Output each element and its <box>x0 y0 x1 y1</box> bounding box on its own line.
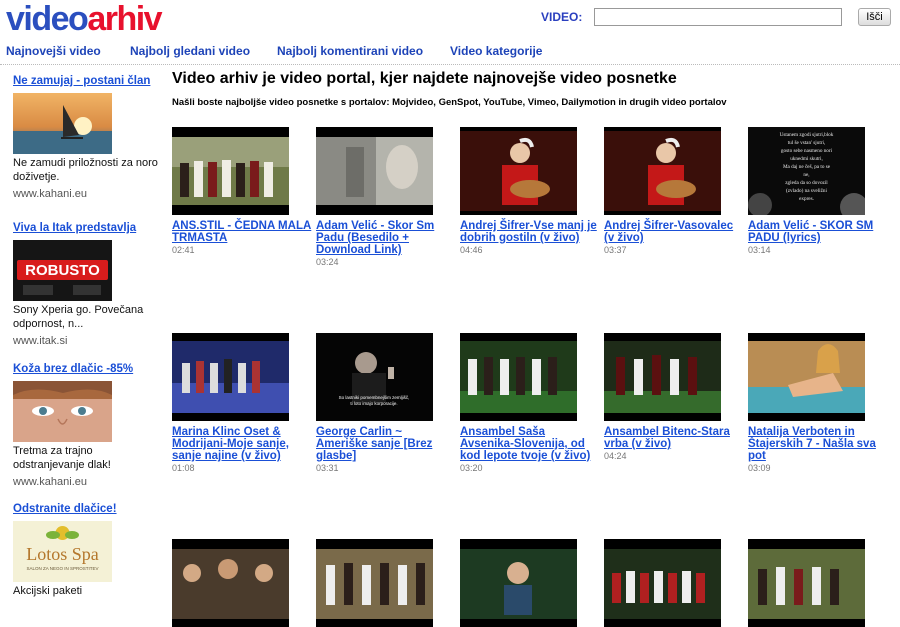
ad-block: Odstranite dlačice! Lotos Spa SALON ZA N… <box>13 502 158 598</box>
video-thumbnail[interactable] <box>460 127 577 215</box>
thumbnail-lyrics-line: Ustanem zgodi sjutri,blok <box>780 132 834 138</box>
video-item: Adam Velić - Skor Sm Padu (Besedilo + Do… <box>316 127 456 267</box>
ad-url[interactable]: www.kahani.eu <box>13 188 158 200</box>
video-duration: 03:37 <box>604 245 627 255</box>
thumbnail-lyrics-line: (zvlado) na sveližni <box>786 187 827 194</box>
video-item: ANS.STIL - ČEDNA MALA TRMASTA 02:41 <box>172 127 312 255</box>
robusto-ad-image[interactable]: ROBUSTO <box>13 240 112 301</box>
video-thumbnail[interactable] <box>316 127 433 215</box>
video-duration: 04:46 <box>460 245 483 255</box>
video-thumbnail[interactable] <box>316 539 433 627</box>
video-title-link[interactable]: Adam Velić - SKOR SM PADU (lyrics) <box>748 220 888 244</box>
ad-title-link[interactable]: Koža brez dlačic -85% <box>13 362 158 377</box>
video-thumbnail[interactable] <box>604 539 721 627</box>
video-title-link[interactable]: Ansambel Bitenc-Stara vrba (v živo) <box>604 426 744 450</box>
ad-title-link[interactable]: Viva la Itak predstavlja <box>13 221 158 236</box>
logo-text-video: video <box>6 0 89 38</box>
lotos-spa-ad-image[interactable]: Lotos Spa SALON ZA NEGO IN SPROSTITEV <box>13 521 112 582</box>
video-duration: 03:14 <box>748 245 771 255</box>
video-thumbnail[interactable] <box>460 333 577 421</box>
video-item: Natalija Verboten in Štajerskih 7 - Našl… <box>748 333 888 473</box>
video-item: So lastniki pomembnejšim zemljišč, ti lo… <box>316 333 456 473</box>
ad-title-link[interactable]: Ne zamujaj - postani član <box>13 74 158 89</box>
video-thumbnail[interactable] <box>748 333 865 421</box>
thumbnail-lyrics-line: expres. <box>799 196 814 202</box>
video-title-link[interactable]: Marina Klinc Oset & Modrijani-Moje sanje… <box>172 426 312 462</box>
thumbnail-caption: So lastniki pomembnejšim zemljišč, <box>339 395 410 400</box>
video-thumbnail[interactable] <box>172 539 289 627</box>
thumbnail-lyrics-line: gosto sebe nasmeno nori <box>781 148 833 154</box>
video-thumbnail[interactable] <box>604 127 721 215</box>
video-title-link[interactable]: Adam Velić - Skor Sm Padu (Besedilo + Do… <box>316 220 456 256</box>
thumbnail-lyrics-line: tul še vstan' sjutri, <box>788 140 826 146</box>
video-item <box>604 539 744 627</box>
nav-most-commented[interactable]: Najbolj komentirani video <box>277 44 423 58</box>
video-title-link[interactable]: Andrej Šifrer-Vasovalec (v živo) <box>604 220 744 244</box>
video-item: Marina Klinc Oset & Modrijani-Moje sanje… <box>172 333 312 473</box>
ad-text: Akcijski paketi <box>13 585 83 597</box>
video-thumbnail[interactable]: So lastniki pomembnejšim zemljišč, ti lo… <box>316 333 433 421</box>
ad-title-link[interactable]: Odstranite dlačice! <box>13 502 158 517</box>
nav-most-watched[interactable]: Najbolj gledani video <box>130 44 250 58</box>
search-button[interactable]: Išči <box>858 8 891 26</box>
search-input[interactable] <box>594 8 842 26</box>
video-item <box>316 539 456 627</box>
page-title: Video arhiv je video portal, kjer najdet… <box>172 70 677 87</box>
thumbnail-caption: ti loto imajo korporacije. <box>350 401 397 406</box>
video-duration: 02:41 <box>172 245 195 255</box>
woman-eyes-ad-image[interactable] <box>13 381 112 442</box>
thumbnail-lyrics-line: uknedmi skutri, <box>790 156 823 162</box>
video-duration: 03:09 <box>748 463 771 473</box>
video-thumbnail[interactable]: Ustanem zgodi sjutri,blok tul še vstan' s… <box>748 127 865 215</box>
video-title-link[interactable]: Andrej Šifrer-Vse manj je dobrih gostiln… <box>460 220 600 244</box>
video-item <box>748 539 888 627</box>
thumbnail-lyrics-line: ne, <box>803 172 809 178</box>
lotos-spa-logo-text: Lotos Spa <box>26 544 99 564</box>
search-label: VIDEO: <box>541 10 583 24</box>
nav-video-categories[interactable]: Video kategorije <box>450 44 542 58</box>
site-logo[interactable]: videoarhiv <box>6 0 163 38</box>
video-item: Ansambel Bitenc-Stara vrba (v živo) 04:2… <box>604 333 744 461</box>
thumbnail-lyrics-line: zgleda da so dovozil <box>785 180 828 186</box>
windsurfer-ad-image[interactable] <box>13 93 112 154</box>
ad-block: Viva la Itak predstavlja ROBUSTO Sony Xp… <box>13 221 158 347</box>
ad-url[interactable]: www.itak.si <box>13 335 158 347</box>
video-item <box>460 539 600 627</box>
video-title-link[interactable]: ANS.STIL - ČEDNA MALA TRMASTA <box>172 220 312 244</box>
video-item <box>172 539 312 627</box>
video-title-link[interactable]: Ansambel Saša Avsenika-Slovenija, od kod… <box>460 426 600 462</box>
thumbnail-lyrics-line: Ma daj ne češ, pa to se <box>783 164 831 170</box>
ad-url[interactable]: www.kahani.eu <box>13 476 158 488</box>
video-duration: 03:20 <box>460 463 483 473</box>
video-duration: 03:31 <box>316 463 339 473</box>
video-title-link[interactable]: Natalija Verboten in Štajerskih 7 - Našl… <box>748 426 888 462</box>
main-nav: Najnovejši video Najbolj gledani video N… <box>0 38 900 65</box>
video-duration: 01:08 <box>172 463 195 473</box>
video-thumbnail[interactable] <box>172 127 289 215</box>
video-thumbnail[interactable] <box>172 333 289 421</box>
video-thumbnail[interactable] <box>604 333 721 421</box>
video-thumbnail[interactable] <box>460 539 577 627</box>
video-item: Andrej Šifrer-Vasovalec (v živo) 03:37 <box>604 127 744 255</box>
ad-block: Koža brez dlačic -85% Tretma za trajno o… <box>13 362 158 488</box>
lotos-spa-logo-subtitle: SALON ZA NEGO IN SPROSTITEV <box>26 566 98 571</box>
video-thumbnail[interactable] <box>748 539 865 627</box>
logo-text-arhiv: arhiv <box>87 0 162 38</box>
video-title-link[interactable]: George Carlin ~ Ameriške sanje [Brez gla… <box>316 426 456 462</box>
ad-text: Sony Xperia go. Povečana odpornost, n... <box>13 304 144 330</box>
ad-text: Ne zamudi priložnosti za noro doživetje. <box>13 157 158 183</box>
svg-text:ROBUSTO: ROBUSTO <box>25 262 100 279</box>
video-duration: 03:24 <box>316 257 339 267</box>
video-item: Ansambel Saša Avsenika-Slovenija, od kod… <box>460 333 600 473</box>
nav-newest-video[interactable]: Najnovejši video <box>6 44 101 58</box>
ad-text: Tretma za trajno odstranjevanje dlak! <box>13 445 111 471</box>
video-item: Ustanem zgodi sjutri,blok tul še vstan' s… <box>748 127 888 255</box>
ad-block: Ne zamujaj - postani član Ne zamudi pril… <box>13 74 158 200</box>
page-subtitle: Našli boste najboljše video posnetke s p… <box>172 97 727 108</box>
video-duration: 04:24 <box>604 451 627 461</box>
video-item: Andrej Šifrer-Vse manj je dobrih gostiln… <box>460 127 600 255</box>
